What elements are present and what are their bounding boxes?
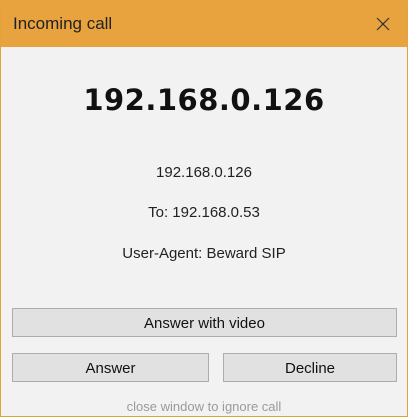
user-agent: User-Agent: Beward SIP — [122, 245, 286, 262]
incoming-call-window: Incoming call 192.168.0.126 192.168.0.12… — [0, 0, 408, 417]
close-button[interactable] — [359, 1, 407, 47]
caller-display-name: 192.168.0.126 — [83, 83, 325, 117]
close-icon — [376, 17, 390, 31]
decline-button[interactable]: Decline — [223, 353, 397, 382]
ignore-call-hint: close window to ignore call — [126, 399, 282, 414]
title-bar[interactable]: Incoming call — [1, 1, 407, 47]
caller-address: 192.168.0.126 — [156, 164, 252, 181]
answer-with-video-button[interactable]: Answer with video — [12, 308, 397, 337]
answer-button[interactable]: Answer — [12, 353, 209, 382]
call-to-address: To: 192.168.0.53 — [148, 204, 260, 221]
window-title: Incoming call — [13, 14, 113, 33]
